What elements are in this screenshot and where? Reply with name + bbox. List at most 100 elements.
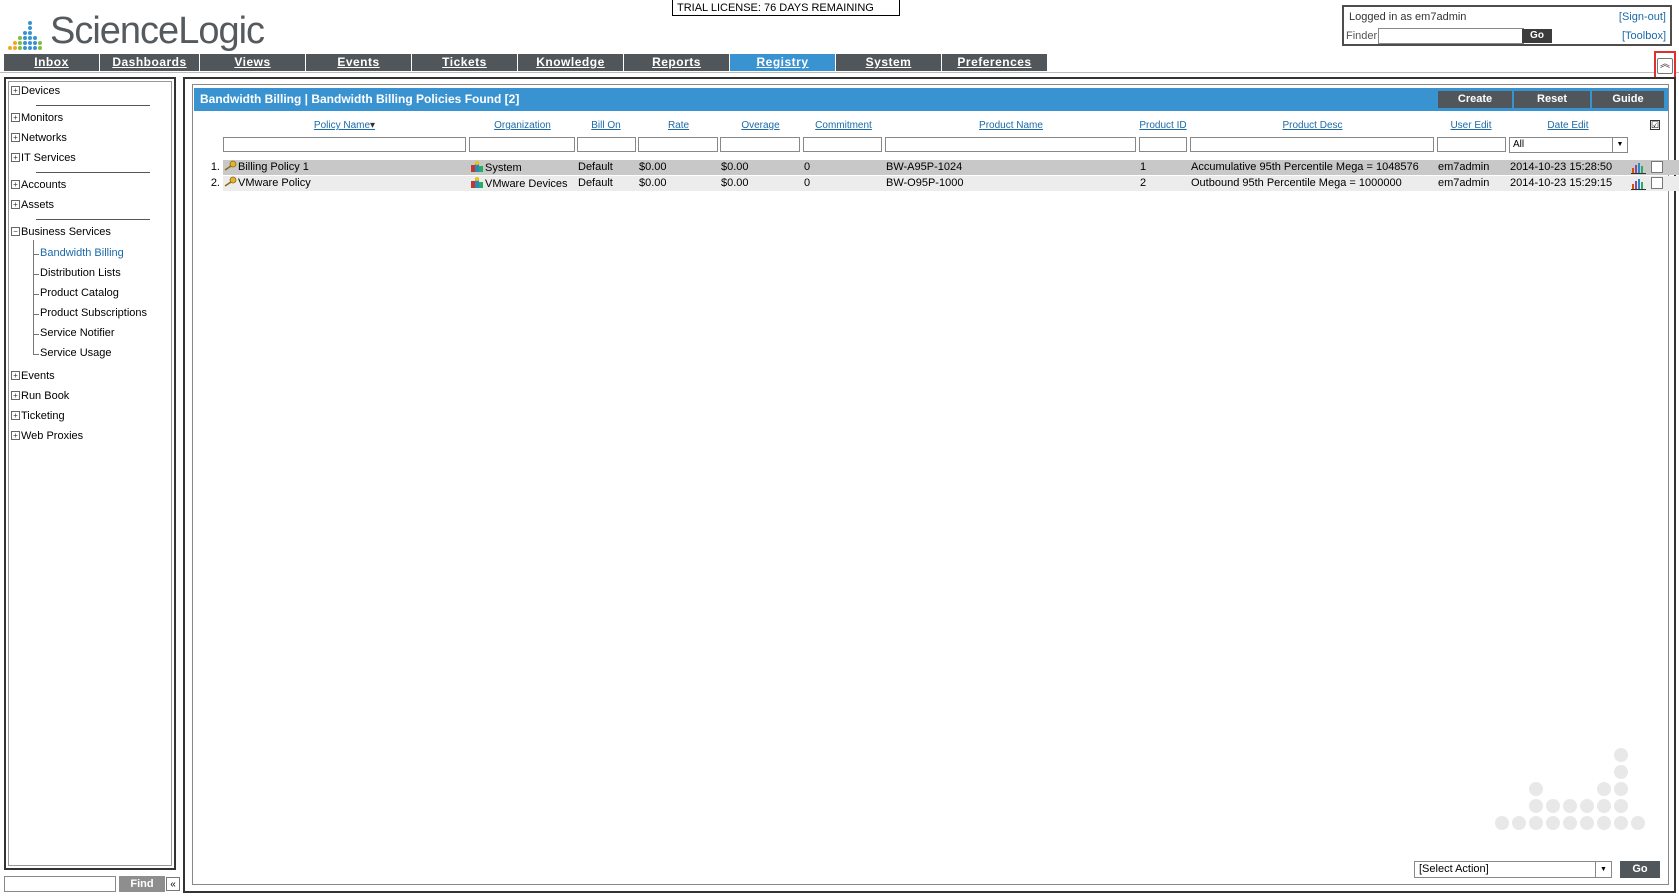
col-product-desc[interactable]: Product Desc: [1190, 120, 1435, 131]
sidebar-item-business-services[interactable]: − Business Services: [11, 226, 111, 238]
filter-product-id[interactable]: [1139, 137, 1187, 152]
finder-input[interactable]: [1378, 28, 1524, 44]
sidebar-item-bandwidth-billing[interactable]: Bandwidth Billing: [40, 247, 124, 259]
sidebar-item-web-proxies[interactable]: + Web Proxies: [11, 430, 83, 442]
col-date-edit[interactable]: Date Edit: [1508, 120, 1628, 131]
sidebar-item-service-usage[interactable]: Service Usage: [40, 347, 112, 359]
bill-on-cell: Default: [578, 161, 613, 173]
policy-name-cell[interactable]: VMware Policy: [224, 176, 467, 191]
create-button[interactable]: Create: [1438, 91, 1512, 108]
col-overage[interactable]: Overage: [720, 120, 801, 131]
collapse-header-button[interactable]: ︽: [1654, 51, 1676, 80]
tab-inbox[interactable]: Inbox: [4, 54, 99, 71]
row-checkbox[interactable]: [1651, 177, 1663, 189]
action-go-button[interactable]: Go: [1620, 861, 1660, 878]
expand-icon[interactable]: +: [11, 391, 20, 400]
expand-icon[interactable]: +: [11, 431, 20, 440]
table-row[interactable]: 2. VMware Policy VMware Devices Default …: [200, 176, 1679, 191]
product-name-cell: BW-O95P-1000: [886, 177, 964, 189]
sidebar-item-accounts[interactable]: + Accounts: [11, 179, 66, 191]
col-policy-name[interactable]: Policy Name▾: [223, 120, 466, 131]
filter-product-desc[interactable]: [1190, 137, 1434, 152]
filter-overage[interactable]: [720, 137, 800, 152]
row-number: 1.: [210, 161, 220, 173]
col-rate[interactable]: Rate: [638, 120, 719, 131]
sciencelogic-logo: ScienceLogic: [8, 4, 265, 50]
sidebar-item-it-services[interactable]: + IT Services: [11, 152, 76, 164]
expand-icon[interactable]: +: [11, 200, 20, 209]
bar-chart-icon[interactable]: [1631, 177, 1646, 190]
sciencelogic-watermark-icon: [1495, 710, 1645, 830]
row-checkbox[interactable]: [1651, 161, 1663, 173]
expand-icon[interactable]: +: [11, 411, 20, 420]
tab-knowledge[interactable]: Knowledge: [518, 54, 623, 71]
filter-commitment[interactable]: [803, 137, 882, 152]
sidebar-find-button[interactable]: Find: [119, 876, 165, 892]
sidebar-item-product-catalog[interactable]: Product Catalog: [40, 287, 119, 299]
tab-preferences[interactable]: Preferences: [942, 54, 1047, 71]
tab-reports[interactable]: Reports: [624, 54, 729, 71]
expand-icon[interactable]: +: [11, 180, 20, 189]
finder-go-button[interactable]: Go: [1522, 29, 1552, 43]
commitment-cell: 0: [804, 161, 811, 173]
sidebar-item-label: Web Proxies: [21, 430, 84, 442]
filter-bill-on[interactable]: [577, 137, 636, 152]
logged-in-label: Logged in as em7admin: [1349, 11, 1467, 23]
filter-user-edit[interactable]: [1437, 137, 1506, 152]
col-user-edit[interactable]: User Edit: [1436, 120, 1506, 131]
guide-button[interactable]: Guide: [1592, 91, 1664, 108]
sidebar-item-devices[interactable]: + Devices: [11, 85, 60, 97]
sidebar-item-run-book[interactable]: + Run Book: [11, 390, 69, 402]
tab-registry[interactable]: Registry: [730, 54, 835, 71]
sidebar-item-distribution-lists[interactable]: Distribution Lists: [40, 267, 121, 279]
tab-dashboards[interactable]: Dashboards: [100, 54, 199, 71]
expand-icon[interactable]: +: [11, 113, 20, 122]
select-all-checkbox[interactable]: ☑: [1650, 120, 1660, 130]
organization-cell[interactable]: System: [470, 160, 576, 175]
filter-rate[interactable]: [638, 137, 718, 152]
tree-connector: [33, 240, 34, 354]
tab-system[interactable]: System: [836, 54, 941, 71]
filter-organization[interactable]: [469, 137, 575, 152]
sidebar-collapse-icon[interactable]: «: [166, 877, 180, 891]
sidebar-item-assets[interactable]: + Assets: [11, 199, 54, 211]
col-commitment[interactable]: Commitment: [803, 120, 884, 131]
col-product-name[interactable]: Product Name: [885, 120, 1137, 131]
expand-icon[interactable]: +: [11, 371, 20, 380]
filter-date-edit-select[interactable]: All ▼: [1509, 137, 1628, 153]
sign-out-link[interactable]: [Sign-out]: [1619, 11, 1666, 23]
key-icon: [224, 176, 237, 187]
sidebar-item-product-subscriptions[interactable]: Product Subscriptions: [40, 307, 147, 319]
rate-cell: $0.00: [639, 161, 667, 173]
sidebar-item-service-notifier[interactable]: Service Notifier: [40, 327, 115, 339]
expand-icon[interactable]: +: [11, 153, 20, 162]
expand-icon[interactable]: +: [11, 86, 20, 95]
expand-icon[interactable]: +: [11, 133, 20, 142]
collapse-icon[interactable]: −: [11, 227, 20, 236]
tree-connector: [33, 274, 39, 275]
select-action-dropdown[interactable]: [Select Action] ▼: [1414, 861, 1612, 878]
sidebar-item-monitors[interactable]: + Monitors: [11, 112, 63, 124]
sidebar-item-events[interactable]: + Events: [11, 370, 55, 382]
tab-views[interactable]: Views: [200, 54, 305, 71]
sidebar-item-label: IT Services: [21, 152, 76, 164]
table-row[interactable]: 1. Billing Policy 1 System Default $0.00…: [200, 160, 1679, 175]
col-organization[interactable]: Organization: [469, 120, 576, 131]
tab-tickets[interactable]: Tickets: [412, 54, 517, 71]
bar-chart-icon[interactable]: [1631, 161, 1646, 174]
sidebar-search-input[interactable]: [4, 876, 116, 892]
reset-button[interactable]: Reset: [1514, 91, 1590, 108]
toolbox-link[interactable]: [Toolbox]: [1622, 30, 1666, 42]
col-product-id[interactable]: Product ID: [1139, 120, 1187, 131]
col-bill-on[interactable]: Bill On: [576, 120, 636, 131]
sidebar-item-ticketing[interactable]: + Ticketing: [11, 410, 65, 422]
sidebar-item-networks[interactable]: + Networks: [11, 132, 67, 144]
policy-name-cell[interactable]: Billing Policy 1: [224, 160, 467, 175]
organization-cell[interactable]: VMware Devices: [470, 176, 576, 191]
filter-policy-name[interactable]: [223, 137, 466, 152]
tree-connector: [33, 334, 39, 335]
sidebar-item-label: Networks: [21, 132, 67, 144]
logo-dots-icon: [8, 8, 48, 50]
tab-events[interactable]: Events: [306, 54, 411, 71]
filter-product-name[interactable]: [885, 137, 1136, 152]
